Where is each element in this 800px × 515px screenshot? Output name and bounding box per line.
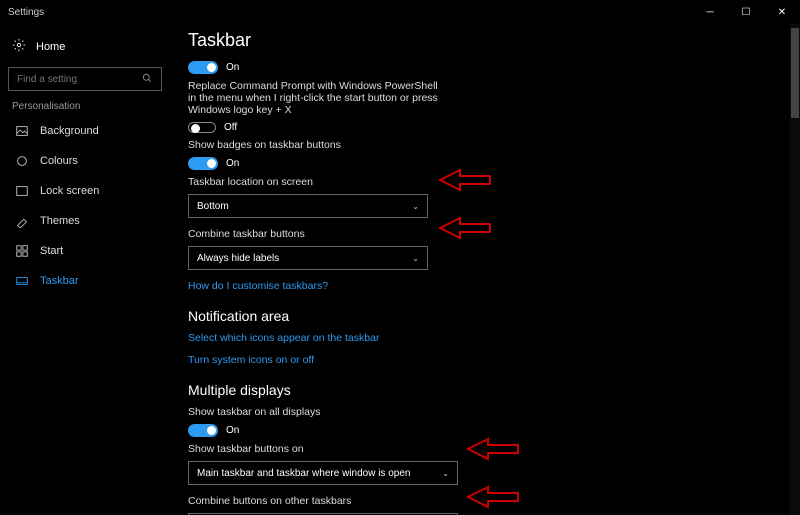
maximize-icon[interactable]: ☐ [728,0,764,24]
chevron-down-icon: ⌄ [442,469,449,478]
sidebar-item-colours[interactable]: Colours [8,146,162,176]
select-value: Main taskbar and taskbar where window is… [197,468,410,479]
sidebar: Home Personalisation Background Colours … [0,24,170,515]
search-field[interactable] [17,74,127,85]
toggle-state: Off [224,122,237,133]
toggle-top[interactable]: On [188,61,780,74]
sidebar-item-label: Start [40,245,63,257]
customise-link[interactable]: How do I customise taskbars? [188,280,780,292]
powershell-label: Replace Command Prompt with Windows Powe… [188,80,448,116]
gear-icon [12,38,26,55]
themes-icon [14,214,30,228]
search-input[interactable] [8,67,162,91]
badges-label: Show badges on taskbar buttons [188,139,448,151]
select-show-buttons[interactable]: Main taskbar and taskbar where window is… [188,461,458,485]
combine-other-label: Combine buttons on other taskbars [188,495,448,507]
home-button[interactable]: Home [8,32,162,61]
select-value: Bottom [197,201,229,212]
palette-icon [14,154,30,168]
home-label: Home [36,41,65,53]
minimize-icon[interactable]: ─ [692,0,728,24]
notification-header: Notification area [188,308,780,324]
main-panel: Taskbar On Replace Command Prompt with W… [170,24,800,515]
toggle-state: On [226,425,239,436]
combine-label: Combine taskbar buttons [188,228,448,240]
toggle-switch[interactable] [188,61,218,74]
sidebar-item-label: Background [40,125,99,137]
toggle-badges[interactable]: On [188,157,780,170]
category-label: Personalisation [12,101,158,112]
notif-link-2[interactable]: Turn system icons on or off [188,354,780,366]
taskbar-icon [14,274,30,288]
page-title: Taskbar [188,30,780,51]
titlebar: Settings ─ ☐ ✕ [0,0,800,24]
start-icon [14,244,30,258]
select-value: Always hide labels [197,253,279,264]
multiple-displays-header: Multiple displays [188,382,780,398]
toggle-switch[interactable] [188,424,218,437]
select-location[interactable]: Bottom ⌄ [188,194,428,218]
scrollbar[interactable] [790,24,800,515]
sidebar-item-taskbar[interactable]: Taskbar [8,266,162,296]
toggle-state: On [226,62,239,73]
chevron-down-icon: ⌄ [412,254,419,263]
scrollbar-thumb[interactable] [791,28,799,118]
sidebar-item-label: Lock screen [40,185,99,197]
close-icon[interactable]: ✕ [764,0,800,24]
notif-link-1[interactable]: Select which icons appear on the taskbar [188,332,780,344]
picture-icon [14,124,30,138]
toggle-switch[interactable] [188,122,216,133]
sidebar-item-lock-screen[interactable]: Lock screen [8,176,162,206]
show-buttons-label: Show taskbar buttons on [188,443,448,455]
sidebar-item-label: Colours [40,155,78,167]
toggle-powershell[interactable]: Off [188,122,780,133]
chevron-down-icon: ⌄ [412,202,419,211]
select-combine[interactable]: Always hide labels ⌄ [188,246,428,270]
toggle-state: On [226,158,239,169]
location-label: Taskbar location on screen [188,176,448,188]
sidebar-item-start[interactable]: Start [8,236,162,266]
sidebar-item-themes[interactable]: Themes [8,206,162,236]
sidebar-item-label: Themes [40,215,80,227]
window-controls: ─ ☐ ✕ [692,0,800,24]
lock-icon [14,184,30,198]
toggle-show-all[interactable]: On [188,424,780,437]
show-all-label: Show taskbar on all displays [188,406,448,418]
sidebar-item-background[interactable]: Background [8,116,162,146]
search-icon [141,72,153,87]
toggle-switch[interactable] [188,157,218,170]
window-title: Settings [8,7,44,18]
sidebar-item-label: Taskbar [40,275,79,287]
